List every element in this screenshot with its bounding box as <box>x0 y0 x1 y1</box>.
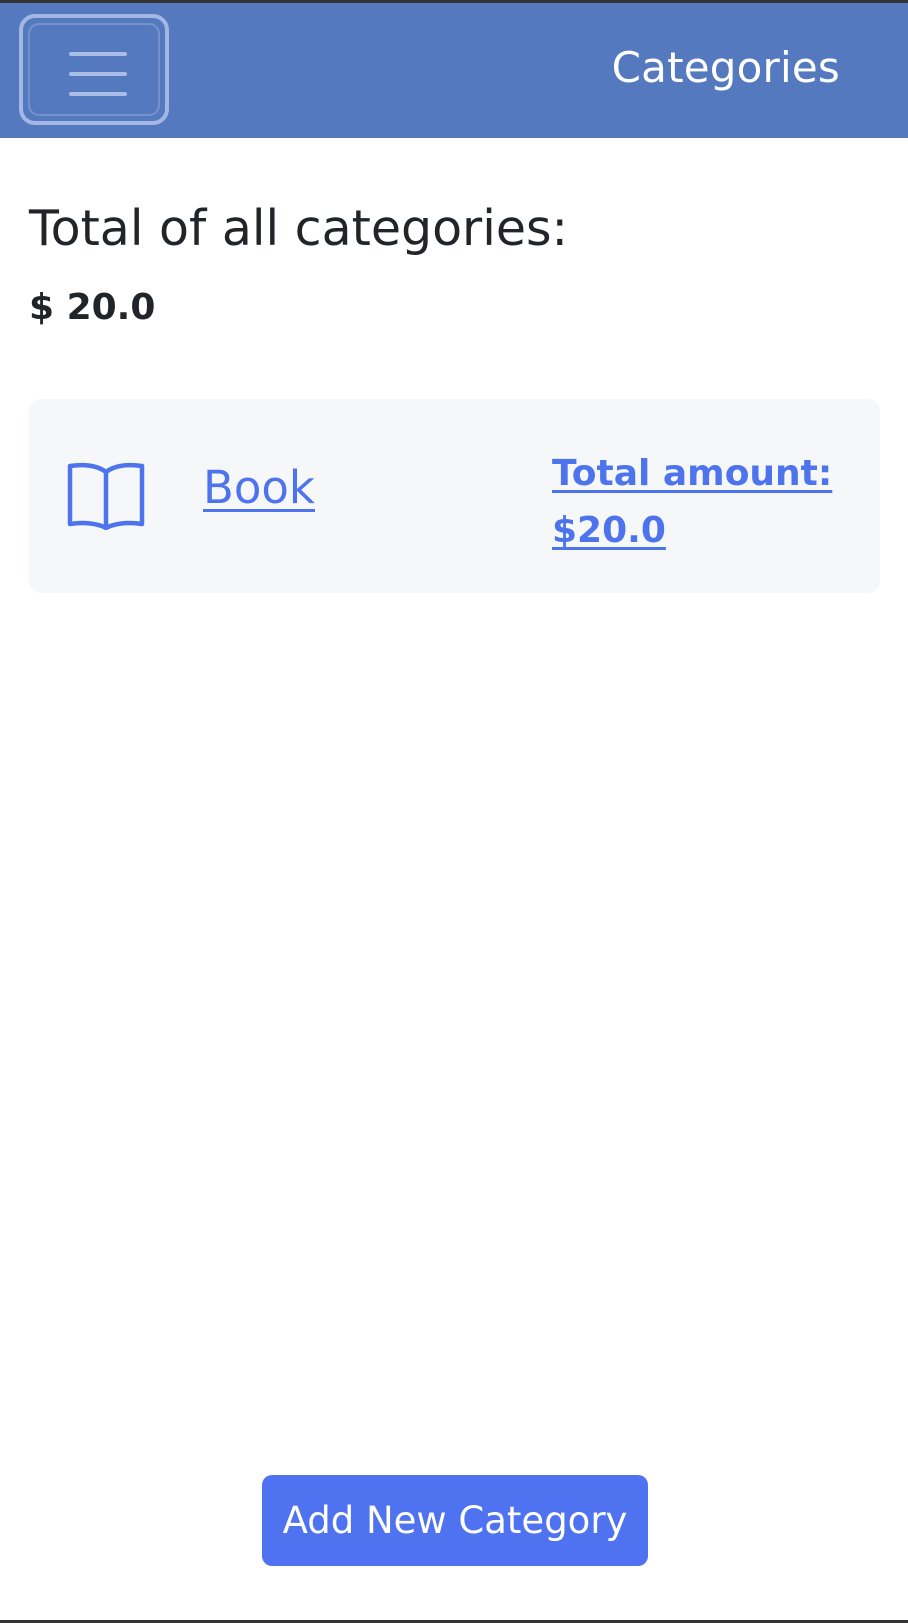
page-title: Categories <box>611 43 840 92</box>
category-card-book[interactable]: Book Total amount: $20.0 <box>29 399 880 593</box>
hamburger-menu-icon <box>69 52 127 96</box>
total-value: $ 20.0 <box>29 287 156 328</box>
category-name-link[interactable]: Book <box>203 463 315 513</box>
top-navbar: Categories <box>0 3 908 138</box>
category-total-label: Total amount: <box>552 453 833 494</box>
book-icon <box>67 462 145 530</box>
category-total-value: $20.0 <box>552 510 666 551</box>
total-heading: Total of all categories: <box>29 200 568 257</box>
menu-toggle-button[interactable] <box>19 14 169 125</box>
category-total-link[interactable]: Total amount: $20.0 <box>552 445 842 559</box>
add-new-category-button[interactable]: Add New Category <box>262 1475 648 1566</box>
app-frame: Categories Total of all categories: $ 20… <box>0 0 908 1623</box>
